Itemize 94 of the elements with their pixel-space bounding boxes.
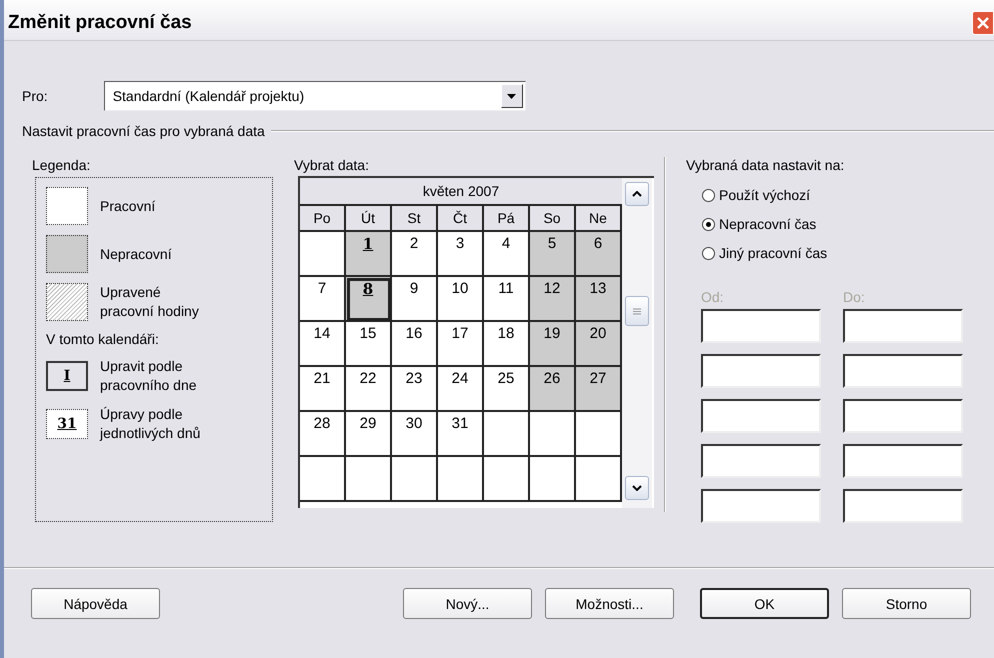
- close-icon: [977, 17, 989, 29]
- calendar-day[interactable]: [530, 457, 576, 502]
- scroll-down-button[interactable]: [625, 476, 649, 500]
- calendar-day[interactable]: 2: [392, 232, 438, 277]
- calendar-day[interactable]: [484, 457, 530, 502]
- calendar-day[interactable]: 23: [392, 367, 438, 412]
- calendar-day[interactable]: 16: [392, 322, 438, 367]
- weekday-header: Ne: [576, 206, 622, 232]
- legend-text: Nepracovní: [100, 244, 173, 264]
- calendar-day[interactable]: 14: [300, 322, 346, 367]
- calendar-day[interactable]: [300, 457, 346, 502]
- calendar-day[interactable]: [484, 412, 530, 457]
- radio-option[interactable]: Nepracovní čas: [702, 216, 963, 232]
- dropdown-arrow-icon: [507, 94, 516, 98]
- calendar-day[interactable]: [392, 457, 438, 502]
- calendar-day[interactable]: 22: [346, 367, 392, 412]
- calendar-day[interactable]: 5: [530, 232, 576, 277]
- dialog-button[interactable]: Nápověda: [31, 588, 160, 619]
- window-title: Změnit pracovní čas: [8, 12, 192, 34]
- radio-dot-icon: [706, 222, 711, 226]
- calendar-day[interactable]: 4: [484, 232, 530, 277]
- calendar-day[interactable]: 30: [392, 412, 438, 457]
- for-label: Pro:: [22, 88, 48, 104]
- legend-text: Upravit podle pracovního dne: [100, 357, 198, 395]
- dropdown-value: Standardní (Kalendář projektu): [112, 88, 304, 104]
- close-button[interactable]: [972, 11, 994, 35]
- calendar-label: Vybrat data:: [294, 157, 370, 173]
- calendar-day[interactable]: [530, 412, 576, 457]
- calendar-day[interactable]: 11: [484, 277, 530, 322]
- legend-sample: I: [46, 361, 88, 391]
- weekday-header: Po: [300, 206, 346, 232]
- radio-option[interactable]: Použít výchozí: [702, 187, 963, 203]
- calendar-day[interactable]: 1: [346, 232, 392, 277]
- weekday-header: Út: [346, 206, 392, 232]
- scrollbar[interactable]: [622, 178, 652, 508]
- legend-swatch: [46, 283, 88, 321]
- calendar-day[interactable]: [300, 232, 346, 277]
- grip-icon: [633, 308, 641, 314]
- calendar-day[interactable]: 7: [300, 277, 346, 322]
- scroll-up-button[interactable]: [625, 182, 649, 206]
- dialog-button[interactable]: Nový...: [403, 588, 532, 619]
- month-title: květen 2007: [300, 178, 622, 206]
- from-label: Od:: [701, 289, 725, 305]
- calendar-day[interactable]: 9: [392, 277, 438, 322]
- legend-subheading: V tomto kalendáři:: [46, 331, 160, 347]
- set-to-label: Vybraná data nastavit na:: [686, 157, 846, 173]
- legend-text: Úpravy podle jednotlivých dnů: [100, 405, 202, 443]
- legend-sample: 31: [46, 409, 88, 439]
- radio-button[interactable]: [702, 246, 715, 260]
- weekday-header: So: [530, 206, 576, 232]
- calendar-day[interactable]: [576, 457, 622, 502]
- calendar-day[interactable]: 25: [484, 367, 530, 412]
- calendar-day[interactable]: 18: [484, 322, 530, 367]
- calendar-day[interactable]: 19: [530, 322, 576, 367]
- calendar-day[interactable]: 29: [346, 412, 392, 457]
- legend-label: Legenda:: [32, 157, 92, 173]
- calendar-day[interactable]: 3: [438, 232, 484, 277]
- weekday-header: Čt: [438, 206, 484, 232]
- calendar-day[interactable]: 6: [576, 232, 622, 277]
- calendar-day[interactable]: 21: [300, 367, 346, 412]
- down-chevron-icon: [632, 485, 642, 491]
- scroll-thumb[interactable]: [625, 296, 649, 326]
- calendar-day[interactable]: 24: [438, 367, 484, 412]
- radio-option[interactable]: Jiný pracovní čas: [702, 245, 963, 261]
- calendar-day[interactable]: 20: [576, 322, 622, 367]
- legend-swatch: [46, 187, 88, 225]
- calendar-day[interactable]: 26: [530, 367, 576, 412]
- calendar-dropdown[interactable]: Standardní (Kalendář projektu): [104, 81, 526, 111]
- radio-button[interactable]: [702, 218, 715, 230]
- calendar-day[interactable]: [438, 457, 484, 502]
- legend-text: Upravené pracovní hodiny: [100, 283, 200, 321]
- calendar-day[interactable]: 28: [300, 412, 346, 457]
- to-label: Do:: [843, 289, 866, 305]
- calendar-day[interactable]: 8: [346, 277, 392, 322]
- weekday-header: St: [392, 206, 438, 232]
- calendar-day[interactable]: [576, 412, 622, 457]
- group-title: Nastavit pracovní čas pro vybraná data: [22, 123, 265, 139]
- calendar-day[interactable]: 15: [346, 322, 392, 367]
- dialog-button[interactable]: Možnosti...: [545, 588, 674, 619]
- calendar-day[interactable]: 27: [576, 367, 622, 412]
- calendar-day[interactable]: 10: [438, 277, 484, 322]
- calendar-day[interactable]: [346, 457, 392, 502]
- weekday-header: Pá: [484, 206, 530, 232]
- up-chevron-icon: [632, 191, 642, 197]
- calendar-day[interactable]: 12: [530, 277, 576, 322]
- radio-button[interactable]: [702, 188, 715, 202]
- dropdown-button[interactable]: [500, 84, 523, 108]
- calendar-day[interactable]: 13: [576, 277, 622, 322]
- legend-text: Pracovní: [100, 196, 156, 216]
- calendar-day[interactable]: 31: [438, 412, 484, 457]
- legend-swatch: [46, 235, 88, 273]
- dialog-button[interactable]: Storno: [842, 588, 971, 619]
- calendar-day[interactable]: 17: [438, 322, 484, 367]
- dialog-button[interactable]: OK: [700, 588, 829, 619]
